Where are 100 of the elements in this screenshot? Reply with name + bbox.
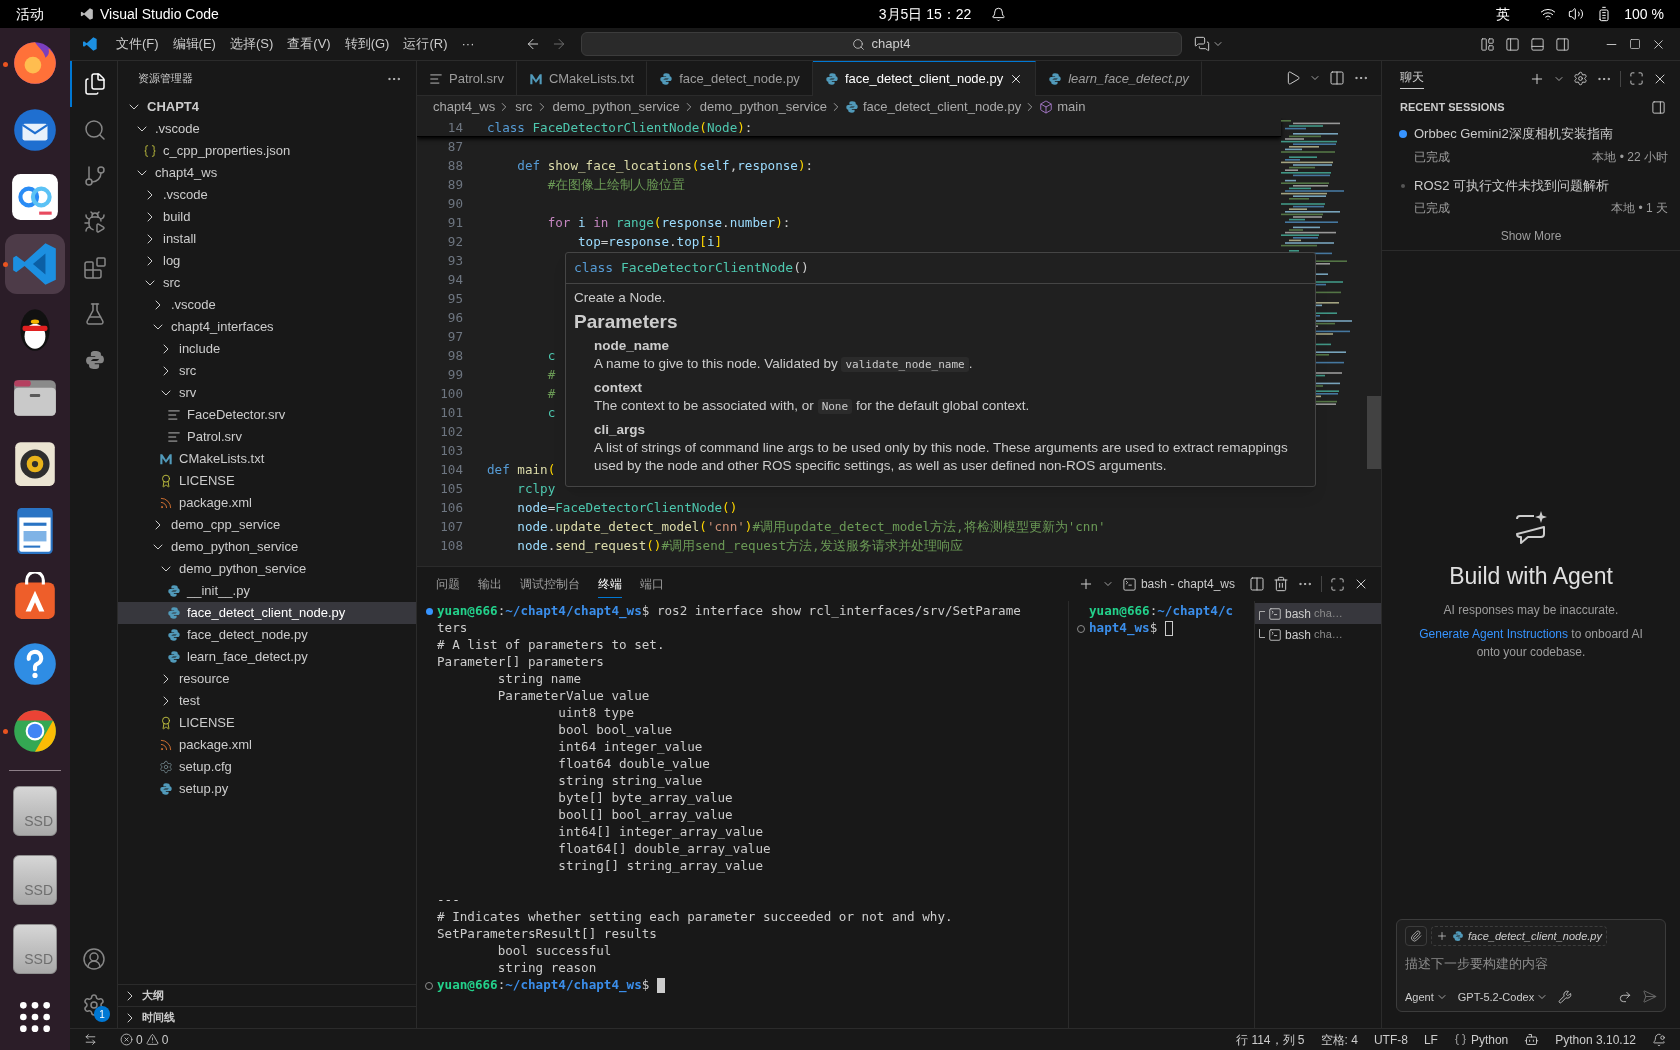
menu-item[interactable]: 编辑(E): [166, 34, 222, 54]
panel-toggle-icon[interactable]: [1530, 36, 1545, 52]
panel-toggle-icon[interactable]: [1651, 99, 1666, 115]
session-item[interactable]: ROS2 可执行文件未找到问题解析 已完成 本地 • 1 天: [1382, 169, 1680, 221]
menu-item[interactable]: 文件(F): [110, 34, 165, 54]
tree-item[interactable]: LICENSE: [118, 712, 416, 734]
problems-status[interactable]: 0 0: [120, 1030, 169, 1049]
line-ending-status[interactable]: LF: [1423, 1030, 1438, 1049]
terminal-list-item[interactable]: bash cha…: [1255, 624, 1381, 645]
menu-item[interactable]: 运行(R): [397, 34, 454, 54]
send-icon[interactable]: [1642, 989, 1657, 1005]
tree-item[interactable]: demo_cpp_service: [118, 514, 416, 536]
split-terminal-icon[interactable]: [1249, 576, 1265, 592]
sticky-code-line[interactable]: class FaceDetectorClientNode(Node):: [487, 118, 753, 136]
app-menu[interactable]: Visual Studio Code: [100, 3, 219, 25]
account-icon[interactable]: [81, 947, 106, 971]
panel-tab[interactable]: 终端: [598, 570, 622, 598]
breadcrumb-item[interactable]: face_detect_client_node.py: [862, 97, 1022, 117]
chat-input-box[interactable]: face_detect_client_node.py 描述下一步要构建的内容 Agent GPT-5.2-Codex: [1396, 919, 1666, 1012]
menu-item[interactable]: 查看(V): [281, 34, 337, 54]
menu-item[interactable]: 转到(G): [338, 34, 396, 54]
tree-item[interactable]: demo_python_service: [118, 536, 416, 558]
tree-item[interactable]: include: [118, 338, 416, 360]
tree-item[interactable]: FaceDetector.srv: [118, 404, 416, 426]
tree-item[interactable]: LICENSE: [118, 470, 416, 492]
menu-item[interactable]: 选择(S): [223, 34, 280, 54]
breadcrumb-item[interactable]: src: [515, 97, 533, 117]
tree-item[interactable]: package.xml: [118, 734, 416, 756]
scrollbar-thumb[interactable]: [1367, 396, 1381, 469]
breadcrumb-item[interactable]: chapt4_ws: [433, 97, 496, 117]
tree-item[interactable]: c_cpp_properties.json: [118, 140, 416, 162]
activities-button[interactable]: 活动: [16, 3, 80, 25]
show-more-link[interactable]: Show More: [1500, 226, 1562, 245]
chat-input-field[interactable]: 描述下一步要构建的内容: [1405, 954, 1657, 974]
maximize-icon[interactable]: [1330, 576, 1345, 592]
input-method-indicator[interactable]: 英: [1496, 3, 1511, 25]
session-item[interactable]: Orbbec Gemini2深度相机安装指南 已完成 本地 • 22 小时: [1382, 118, 1680, 170]
editor-tab[interactable]: Patrol.srv: [417, 61, 517, 96]
cloud-app-icon[interactable]: [10, 171, 60, 222]
tree-item[interactable]: __init__.py: [118, 580, 416, 602]
tree-item[interactable]: setup.cfg: [118, 756, 416, 778]
trash-icon[interactable]: [1273, 576, 1289, 592]
split-editor-icon[interactable]: [1329, 70, 1345, 86]
tree-item[interactable]: install: [118, 228, 416, 250]
assistant-icon[interactable]: [1524, 1032, 1540, 1047]
tree-item[interactable]: demo_python_service: [118, 558, 416, 580]
language-mode[interactable]: Python: [1453, 1030, 1509, 1049]
settings-icon[interactable]: [1573, 71, 1588, 86]
sidebar-section-header[interactable]: 大纲: [118, 984, 416, 1006]
tree-item[interactable]: test: [118, 690, 416, 712]
indentation-status[interactable]: 空格: 4: [1320, 1030, 1358, 1049]
panel-tab[interactable]: 调试控制台: [520, 570, 580, 598]
tree-item[interactable]: package.xml: [118, 492, 416, 514]
settings-icon[interactable]: [81, 993, 106, 1017]
secondary-sidebar-toggle-icon[interactable]: [1555, 36, 1570, 52]
tree-item[interactable]: log: [118, 250, 416, 272]
editor-tab[interactable]: face_detect_node.py: [647, 61, 813, 96]
tree-item[interactable]: learn_face_detect.py: [118, 646, 416, 668]
tree-item[interactable]: .vscode: [118, 184, 416, 206]
interpreter-status[interactable]: Python 3.10.12: [1555, 1030, 1636, 1049]
tree-item[interactable]: srv: [118, 382, 416, 404]
layout-icon[interactable]: [1480, 36, 1495, 52]
editor-tab[interactable]: face_detect_client_node.py: [812, 61, 1037, 96]
context-file-chip[interactable]: face_detect_client_node.py: [1431, 926, 1607, 946]
tree-item[interactable]: src: [118, 360, 416, 382]
tree-item[interactable]: resource: [118, 668, 416, 690]
tools-icon[interactable]: [1558, 989, 1573, 1004]
tree-item[interactable]: .vscode: [118, 118, 416, 140]
tree-item[interactable]: CHAPT4: [118, 96, 416, 118]
breadcrumb-item[interactable]: main: [1057, 97, 1086, 117]
clock[interactable]: 3月5日 15：22: [878, 3, 972, 25]
mode-dropdown[interactable]: Agent: [1405, 988, 1448, 1005]
tree-item[interactable]: build: [118, 206, 416, 228]
chat-bubble-icon[interactable]: [1194, 36, 1210, 52]
tree-item[interactable]: setup.py: [118, 778, 416, 800]
tree-item[interactable]: CMakeLists.txt: [118, 448, 416, 470]
tree-item[interactable]: Patrol.srv: [118, 426, 416, 448]
chat-tab[interactable]: 聊天: [1400, 68, 1424, 89]
breadcrumb-item[interactable]: demo_python_service: [552, 97, 680, 117]
command-center-search[interactable]: chapt4: [581, 32, 1182, 56]
instructions-link[interactable]: Generate Agent Instructions: [1419, 627, 1568, 642]
tree-item[interactable]: src: [118, 272, 416, 294]
maximize-icon[interactable]: [1629, 38, 1641, 50]
tree-item[interactable]: face_detect_client_node.py: [118, 602, 416, 624]
forward-icon[interactable]: [1618, 989, 1632, 1004]
encoding-status[interactable]: UTF-8: [1373, 1030, 1408, 1049]
tree-item[interactable]: chapt4_interfaces: [118, 316, 416, 338]
editor-tab[interactable]: learn_face_detect.py: [1036, 61, 1202, 96]
panel-tab[interactable]: 问题: [436, 570, 460, 598]
panel-tab[interactable]: 端口: [640, 570, 664, 598]
maximize-icon[interactable]: [1629, 71, 1644, 86]
tree-item[interactable]: face_detect_node.py: [118, 624, 416, 646]
run-icon[interactable]: [1285, 70, 1301, 86]
editor-tab[interactable]: CMakeLists.txt: [516, 61, 648, 96]
tree-item[interactable]: chapt4_ws: [118, 162, 416, 184]
remote-icon[interactable]: [83, 1033, 97, 1046]
menu-item[interactable]: ···: [455, 34, 481, 54]
tree-item[interactable]: .vscode: [118, 294, 416, 316]
cursor-position[interactable]: 行 114，列 5: [1236, 1030, 1305, 1049]
attach-button[interactable]: [1405, 926, 1427, 946]
